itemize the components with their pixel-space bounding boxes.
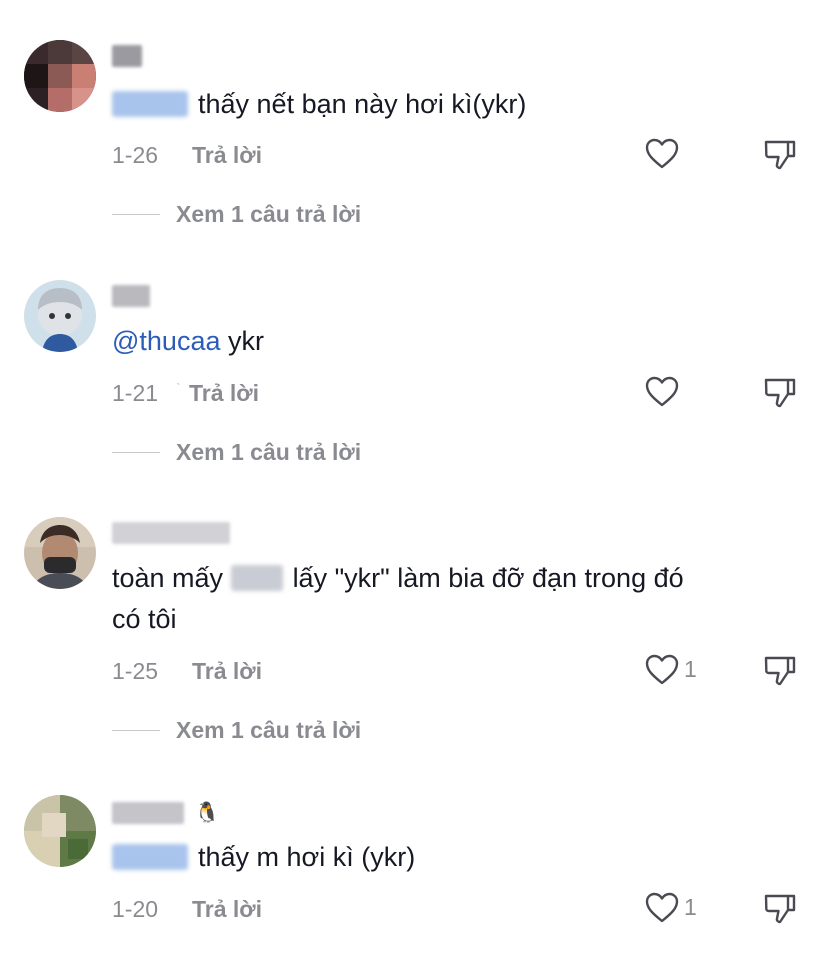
username-redacted[interactable]: [112, 285, 150, 307]
mention-link[interactable]: @thucaa: [112, 326, 220, 356]
dislike-button[interactable]: [762, 136, 798, 176]
avatar[interactable]: [24, 517, 96, 589]
replies-divider: [112, 452, 160, 453]
view-replies-label: Xem 1 câu trả lời: [176, 439, 362, 465]
username-redacted[interactable]: [112, 45, 142, 67]
reply-button[interactable]: Trả lời: [192, 656, 262, 686]
username-redacted[interactable]: 🐧: [112, 800, 220, 824]
redacted-mention: [112, 91, 188, 117]
view-replies-label: Xem 1 câu trả lời: [176, 201, 362, 227]
heart-outline-icon: [645, 654, 679, 685]
dislike-button[interactable]: [762, 890, 798, 930]
comment-date: 1-21: [112, 380, 159, 406]
reply-button[interactable]: Trả lời: [189, 378, 259, 408]
thumbs-down-outline-icon: [764, 140, 796, 170]
comment-date: 1-20: [112, 896, 159, 922]
thumbs-down-outline-icon: [764, 656, 796, 686]
like-button[interactable]: 1: [644, 888, 704, 928]
like-button[interactable]: 1: [644, 650, 704, 690]
comment-date: 1-25: [112, 658, 159, 684]
comment-text: thấy nết bạn này hơi kì(ykr): [112, 84, 526, 124]
comment-text: thấy m hơi kì (ykr): [112, 837, 415, 877]
reply-button[interactable]: Trả lời: [192, 894, 262, 924]
like-button[interactable]: [644, 372, 704, 412]
comment-text: @thucaa ykr: [112, 326, 264, 356]
thumbs-down-outline-icon: [764, 378, 796, 408]
comment-date: 1-26: [112, 142, 159, 168]
view-replies-button[interactable]: Xem 1 câu trả lời: [112, 437, 412, 467]
avatar[interactable]: [24, 280, 96, 352]
thumbs-down-outline-icon: [764, 894, 796, 924]
comment-text-line-2: có tôi: [112, 604, 177, 634]
username-emoji: 🐧: [194, 802, 220, 824]
redacted-word: [230, 565, 283, 591]
redacted-mention: [112, 844, 188, 870]
like-count: 1: [684, 656, 697, 682]
dislike-button[interactable]: [762, 374, 798, 414]
avatar[interactable]: [24, 40, 96, 112]
heart-outline-icon: [645, 138, 679, 169]
reply-button[interactable]: Trả lời: [192, 140, 262, 170]
heart-outline-icon: [645, 892, 679, 923]
like-count: 1: [684, 894, 697, 920]
heart-outline-icon: [645, 376, 679, 407]
username-redacted[interactable]: [112, 522, 230, 544]
view-replies-button[interactable]: Xem 1 câu trả lời: [112, 715, 412, 745]
avatar[interactable]: [24, 795, 96, 867]
replies-divider: [112, 214, 160, 215]
dislike-button[interactable]: [762, 652, 798, 692]
view-replies-button[interactable]: Xem 1 câu trả lời: [112, 199, 412, 229]
like-button[interactable]: [644, 134, 704, 174]
separator-mark: ˋ: [176, 380, 181, 396]
view-replies-label: Xem 1 câu trả lời: [176, 717, 362, 743]
replies-divider: [112, 730, 160, 731]
comment-text: toàn mấy lấy "ykr" làm bia đỡ đạn trong …: [112, 563, 684, 593]
